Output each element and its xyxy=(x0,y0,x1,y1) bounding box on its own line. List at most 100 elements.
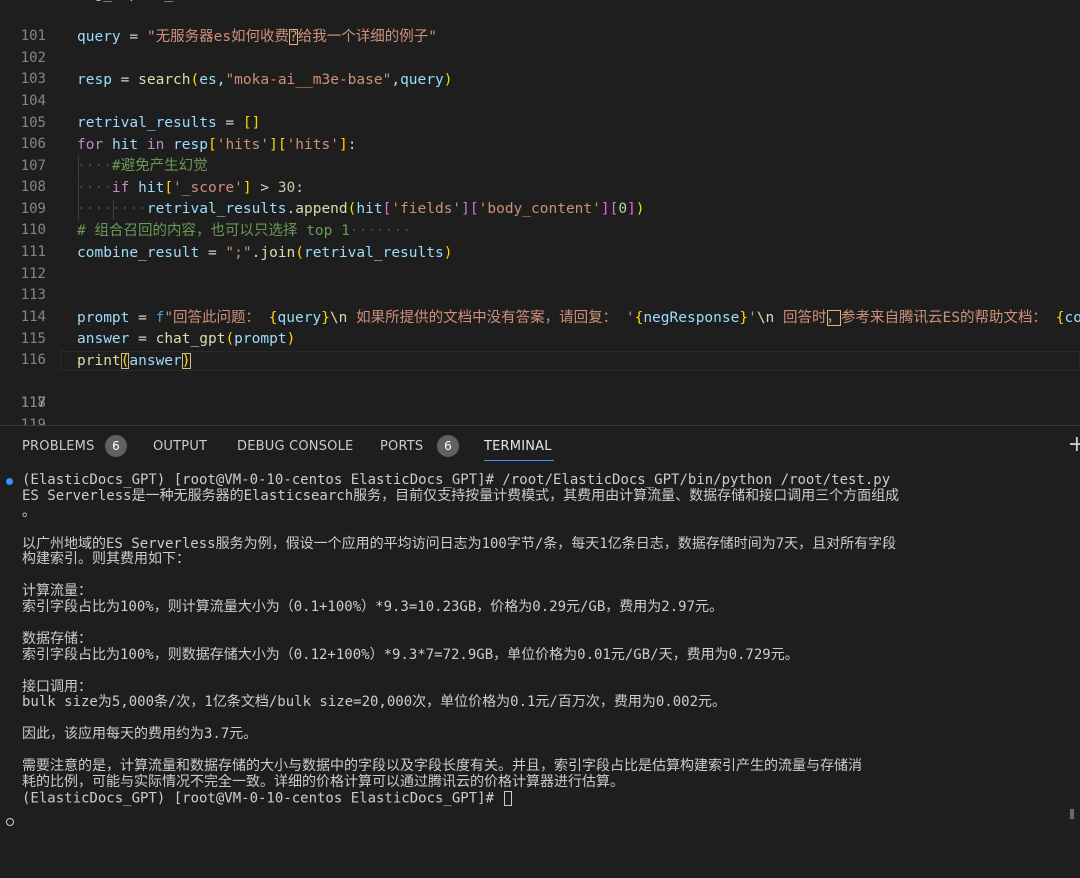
token-bracket: } xyxy=(739,310,749,326)
token-var: hit xyxy=(129,180,165,196)
code-line-104: 104 resp = search(es,"moka-ai__m3e-base"… xyxy=(0,70,1080,109)
code-editor[interactable]: msg_report_id = ... 101 102 query = "无服务… xyxy=(0,0,1080,425)
terminal-line: bulk size为5,000条/次，1亿条文档/bulk size=20,00… xyxy=(22,694,727,711)
token-bracket: ] xyxy=(338,137,348,153)
token-escape: \n xyxy=(756,310,775,326)
token-string: ";" xyxy=(225,245,252,261)
code-text: combine_result = ";".join(retrival_resul… xyxy=(77,243,452,264)
token-string-highlight: ， xyxy=(826,310,842,326)
token-bracket: ) xyxy=(443,245,453,261)
token-op: > xyxy=(251,180,278,196)
token-bracket: [ xyxy=(164,180,174,196)
terminal-line: 需要注意的是，计算流量和数据存储的大小与数据中的字段以及字段长度有关。并且，索引… xyxy=(22,758,862,775)
code-line-103: 103 xyxy=(0,48,1080,87)
token-bracket: [ xyxy=(469,201,479,217)
bottom-panel: PROBLEMS 6 OUTPUT DEBUG CONSOLE PORTS 6 … xyxy=(0,425,1080,878)
token-string-highlight: ? xyxy=(289,29,298,45)
terminal-output[interactable]: (ElasticDocs_GPT) [root@VM-0-10-centos E… xyxy=(22,472,1062,807)
code-text: ····#避免产生幻觉 xyxy=(77,158,208,174)
code-line-119: 119 xyxy=(0,394,1080,425)
token-var: retrival_results xyxy=(146,201,287,217)
token-var: es xyxy=(199,72,217,88)
token-fn: append xyxy=(295,201,348,217)
code-text: retrival_results = [] xyxy=(77,113,260,134)
token-var: resp xyxy=(77,72,112,88)
token-op: = xyxy=(216,115,243,131)
token-string: "回答此问题： xyxy=(164,310,261,326)
token-bracket: ) xyxy=(286,331,296,347)
token-op: = xyxy=(199,245,226,261)
code-line-111: 111 # 组合召回的内容，也可以只选择 top 1······· xyxy=(0,221,1080,260)
token-bracket: ] xyxy=(461,201,470,217)
code-line-118: 118 xyxy=(0,372,1080,411)
terminal-line: 因此，该应用每天的费用约为3.7元。 xyxy=(22,726,258,743)
token-op: . xyxy=(286,201,296,217)
token-string: 'fields' xyxy=(391,201,462,217)
code-text: query = "无服务器es如何收费?给我一个详细的例子" xyxy=(77,27,437,48)
token-comment: # 组合召回的内容，也可以只选择 top 1 xyxy=(77,223,350,239)
code-line-112: 112 combine_result = ";".join(retrival_r… xyxy=(0,243,1080,282)
tab-output[interactable]: OUTPUT xyxy=(153,439,207,454)
token-fn: print xyxy=(77,353,121,369)
command-pending-icon[interactable] xyxy=(6,818,14,826)
token-op: , xyxy=(391,72,401,88)
terminal-line: 构建索引。则其费用如下： xyxy=(22,551,190,568)
code-line-108: 108 ····#避免产生幻觉 xyxy=(0,156,1080,195)
token-string: 'hits' xyxy=(286,137,339,153)
terminal-line: 数据存储： xyxy=(22,630,92,647)
token-bracket: ] xyxy=(242,180,252,196)
terminal-prompt-line[interactable]: (ElasticDocs_GPT) [root@VM-0-10-centos E… xyxy=(22,790,1062,807)
token-keyword: for xyxy=(77,137,104,153)
terminal-scrollbar[interactable] xyxy=(1070,809,1074,819)
token-op: : xyxy=(347,137,357,153)
token-bracket-match: ) xyxy=(181,353,191,369)
terminal-line: 索引字段占比为100%，则数据存储大小为（0.12+100%）*9.3*7=72… xyxy=(22,646,799,663)
terminal-line: 计算流量： xyxy=(22,583,92,600)
token-string: 参考来自腾讯云ES的帮助文档： xyxy=(841,310,1056,326)
token-var: answer xyxy=(129,353,182,369)
token-string: "moka-ai__m3e-base" xyxy=(225,72,392,88)
token-keyword: in xyxy=(138,137,174,153)
token-op: = xyxy=(111,72,139,88)
token-var: retrival_results xyxy=(77,115,217,131)
tab-debug-console[interactable]: DEBUG CONSOLE xyxy=(237,439,353,454)
token-bracket: } xyxy=(321,310,330,326)
code-text: for hit in resp['hits']['hits']: xyxy=(77,135,356,156)
code-text: # 组合召回的内容，也可以只选择 top 1······· xyxy=(77,223,411,239)
token-number: 0 xyxy=(618,201,628,217)
code-line-106: 106 retrival_results = [] xyxy=(0,113,1080,152)
tab-terminal[interactable]: TERMINAL xyxy=(484,439,552,454)
code-line-115: 115 prompt = f"回答此问题： {query}\n 如果所提供的文档… xyxy=(0,308,1080,347)
code-text: prompt = f"回答此问题： {query}\n 如果所提供的文档中没有答… xyxy=(77,308,1080,329)
token-var: resp xyxy=(173,137,208,153)
token-var: hit xyxy=(356,201,383,217)
token-number: 30 xyxy=(277,180,296,196)
new-terminal-icon[interactable]: + xyxy=(1068,432,1080,457)
code-text: ····if hit['_score'] > 30: xyxy=(77,180,305,196)
command-success-icon[interactable] xyxy=(6,478,13,485)
terminal-line: 耗的比例，可能与实际情况不完全一致。详细的价格计算可以通过腾讯云的价格计算器进行… xyxy=(22,773,624,790)
token-keyword: if xyxy=(111,180,130,196)
code-line-101: 101 xyxy=(0,5,1080,44)
code-line-107: 107 for hit in resp['hits']['hits']: xyxy=(0,135,1080,174)
token-var: hit xyxy=(111,137,139,153)
token-bracket: ( xyxy=(190,72,200,88)
line-number: 119 xyxy=(20,417,46,425)
token-var: combine_result xyxy=(77,245,200,261)
tab-ports[interactable]: PORTS xyxy=(380,439,423,454)
code-line-114: 114 xyxy=(0,286,1080,325)
ports-count-badge: 6 xyxy=(437,435,459,457)
token-var: query xyxy=(277,310,322,326)
tab-problems[interactable]: PROBLEMS xyxy=(22,439,95,454)
token-bracket: { xyxy=(260,310,278,326)
current-line-highlight xyxy=(60,351,1080,371)
token-string: 回答时 xyxy=(774,310,827,326)
token-string: ' xyxy=(748,310,757,326)
code-line-102: 102 query = "无服务器es如何收费?给我一个详细的例子" xyxy=(0,27,1080,66)
